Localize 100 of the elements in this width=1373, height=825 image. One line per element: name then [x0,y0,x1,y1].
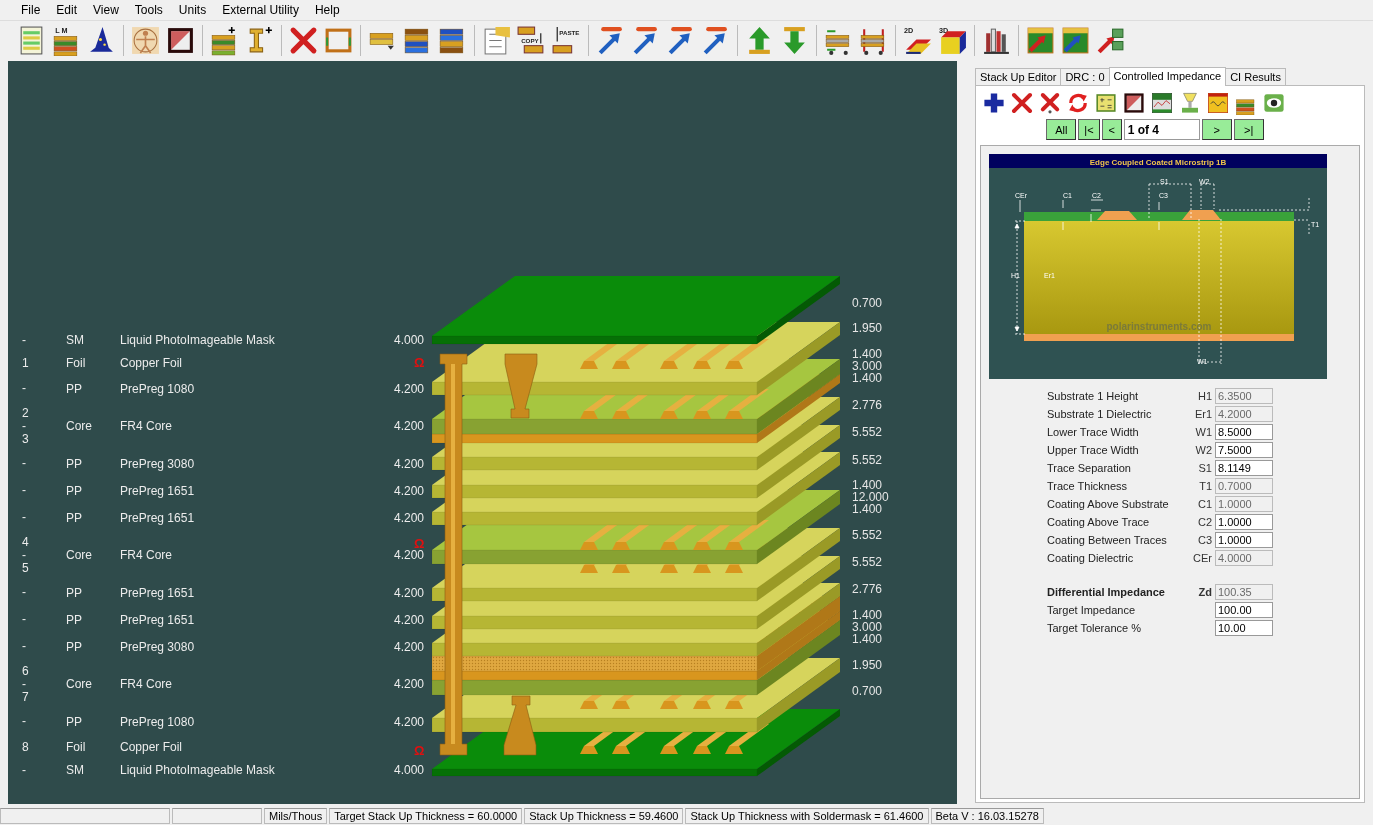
icon-label: L M [55,25,68,35]
calculator-icon[interactable] [1094,91,1118,115]
thickness-label: 0.700 [852,685,883,697]
parameter-symbol: H1 [1196,390,1213,402]
nav-button[interactable]: > [1201,119,1232,140]
checklist-icon[interactable] [481,24,512,56]
layer-thickness: 4.200 [394,714,426,729]
delete-icon[interactable] [288,24,319,56]
nav-button[interactable]: < [1101,119,1122,140]
impedance-label: Differential Impedance [1047,586,1166,598]
parameter-field[interactable]: 1.0000 [1215,532,1273,548]
thickness-label: 1.400 [852,503,883,515]
layer-number: - [22,763,27,777]
thickness-label: 1.950 [852,322,883,334]
tab[interactable]: CI Results [1225,68,1286,85]
menu-item[interactable]: External Utility [215,2,306,18]
add-icon[interactable] [982,91,1006,115]
impedance-symbol: Zd [1197,586,1213,598]
delete-icon[interactable] [1010,91,1034,115]
parameter-symbol: C1 [1196,498,1213,510]
menu-item[interactable]: Tools [127,2,170,18]
status-text: Mils/Thous [264,808,328,824]
impedance-field[interactable]: 10.00 [1215,620,1273,636]
layer-type: PP [66,612,83,627]
layer-name: PrePreg 1651 [120,510,196,525]
parameter-field[interactable]: 8.1149 [1215,460,1273,476]
parameter-field[interactable]: 7.5000 [1215,442,1273,458]
thickness-label: 2.776 [852,583,883,595]
layer-thickness: 4.000 [394,763,426,777]
nav-button[interactable]: |< [1078,119,1100,140]
layer-thickness: 4.200 [394,585,426,600]
layer-number: - [22,613,27,626]
thickness-label: 1.400 [852,609,883,621]
layer-number: - [22,640,27,653]
layer-thickness: 4.200 [394,419,426,433]
thickness-label: 1.400 [852,372,883,384]
menu-item[interactable]: View [86,2,126,18]
layer-name: Copper Foil [120,356,184,370]
layer-name: PrePreg 1651 [120,612,196,627]
layer-number: - [22,715,27,728]
status-text: Stack Up Thickness = 59.4600 [524,808,684,824]
thickness-label: 12.000 [852,491,889,503]
diagram-watermark: polarinstruments.com [1106,321,1212,332]
status-text: Beta V : 16.03.15278 [930,808,1044,824]
thickness-label: 5.552 [852,556,883,568]
layer-type: Core [66,677,93,691]
eye-icon[interactable] [1262,91,1286,115]
graph-icon[interactable] [1150,91,1174,115]
impedance-field[interactable]: 100.00 [1215,602,1273,618]
layer-number: - [22,333,27,347]
parameter-field[interactable]: 8.5000 [1215,424,1273,440]
icon-label: 3D [939,25,949,35]
icon-label: 2D [904,25,914,35]
layer-name: PrePreg 1651 [120,585,196,600]
parameter-label: Coating Between Traces [1047,534,1168,546]
layer-number: - [22,382,27,395]
layer-thickness: 4.200 [394,510,426,525]
parameter-label: Substrate 1 Dielectric [1047,408,1153,420]
impedance-marker: Ω [414,744,425,758]
thickness-label: 1.950 [852,659,883,671]
layer-number: 6 - 7 [22,664,30,704]
thickness-label: 3.000 [852,360,883,372]
layer-name: PrePreg 3080 [120,456,196,471]
nav-button[interactable]: All [1046,119,1077,140]
layer-type: PP [66,510,83,525]
layer-type: PP [66,639,83,654]
parameter-symbol: W2 [1194,444,1213,456]
parameter-label: Coating Above Trace [1047,516,1151,528]
layer-number: 8 [22,740,30,754]
refresh-icon[interactable] [1066,91,1090,115]
layer-thickness: 4.200 [394,548,426,562]
tab[interactable]: Stack Up Editor [975,68,1062,85]
tab[interactable]: Controlled Impedance [1108,67,1227,86]
layer-name: PrePreg 1651 [120,483,196,498]
thickness-label: 5.552 [852,426,883,438]
parameter-label: Lower Trace Width [1047,426,1140,438]
layer-thickness: 4.200 [394,639,426,654]
thickness-label: 0.700 [852,297,883,309]
record-field[interactable]: 1 of 4 [1123,119,1200,140]
layer-name: PrePreg 1080 [120,714,196,729]
menu-item[interactable]: Units [171,2,214,18]
thickness-label: 5.552 [852,529,883,541]
layer-type: Foil [66,740,87,754]
parameter-label: Trace Thickness [1047,480,1129,492]
menu-item[interactable]: Help [307,2,347,18]
menu-item[interactable]: Edit [49,2,85,18]
menu-item[interactable]: File [14,2,48,18]
layer-number: 1 [22,356,30,370]
layer-type: SM [66,763,85,777]
frame-icon[interactable] [1122,91,1146,115]
nav-button[interactable]: >| [1233,119,1264,140]
thickness-label: 5.552 [852,454,883,466]
parameter-field[interactable]: 1.0000 [1215,514,1273,530]
thickness-label: 1.400 [852,479,883,491]
parameter-symbol: Er1 [1193,408,1213,420]
layer-number: 4 - 5 [22,535,30,575]
impedance-label: Target Tolerance % [1047,622,1142,634]
diagram-title: Edge Coupled Coated Microstrip 1B [1089,157,1227,167]
layer-name: Liquid PhotoImageable Mask [120,333,276,347]
thickness-label: 3.000 [852,621,883,633]
